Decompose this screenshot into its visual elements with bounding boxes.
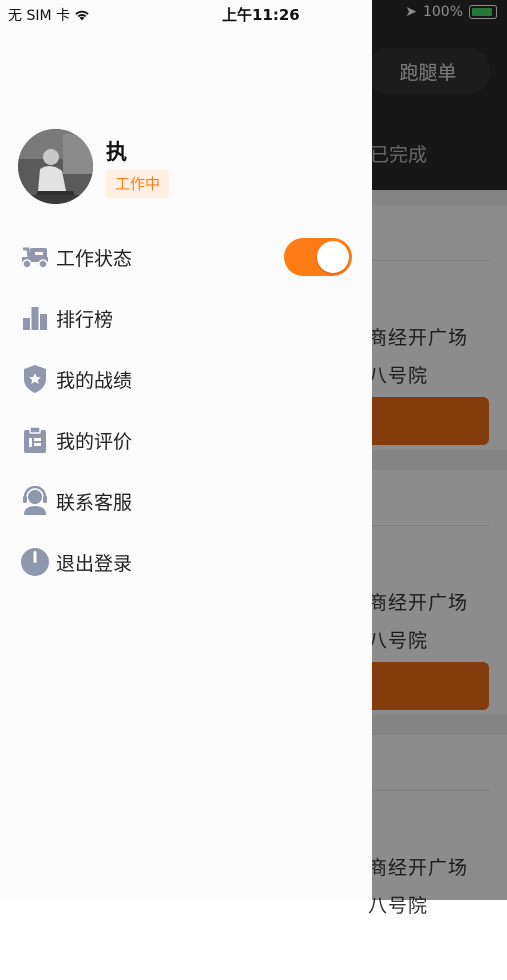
- menu-item-contact-service[interactable]: 联系客服: [0, 476, 372, 526]
- menu-label: 联系客服: [56, 491, 133, 514]
- avatar-photo: [18, 129, 93, 204]
- toggle-knob: [317, 241, 349, 273]
- status-bar-left: 无 SIM 卡: [8, 5, 90, 25]
- bar-chart-icon: [20, 303, 50, 333]
- shield-star-icon: [20, 364, 50, 394]
- menu-label: 退出登录: [56, 552, 133, 575]
- menu-label: 我的评价: [56, 430, 133, 453]
- menu-item-logout[interactable]: 退出登录: [0, 537, 372, 587]
- user-name: 执: [106, 140, 127, 164]
- avatar[interactable]: [18, 129, 93, 204]
- menu-item-my-reviews[interactable]: 我的评价: [0, 415, 372, 465]
- work-status-badge: 工作中: [106, 170, 170, 198]
- menu-item-my-record[interactable]: 我的战绩: [0, 354, 372, 404]
- delivery-scooter-icon: [20, 242, 50, 272]
- wifi-icon: [75, 10, 89, 21]
- menu-item-work-status: 工作状态: [0, 232, 372, 282]
- menu-label: 排行榜: [56, 308, 114, 331]
- menu-label: 我的战绩: [56, 369, 133, 392]
- side-drawer: 无 SIM 卡 上午11:26 执 工作中 工作状态 排行榜 我的战绩 我的评价…: [0, 0, 372, 900]
- work-status-toggle[interactable]: [284, 238, 352, 276]
- power-icon: [20, 547, 50, 577]
- headset-icon: [20, 486, 50, 516]
- menu-label: 工作状态: [56, 247, 133, 270]
- carrier-label: 无 SIM 卡: [8, 8, 70, 24]
- status-time: 上午11:26: [222, 6, 300, 24]
- clipboard-icon: [20, 425, 50, 455]
- menu-item-leaderboard[interactable]: 排行榜: [0, 293, 372, 343]
